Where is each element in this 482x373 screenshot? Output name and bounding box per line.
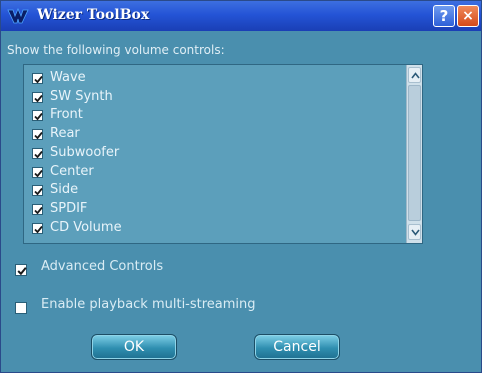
volume-control-label: Front <box>50 107 83 123</box>
volume-control-checkbox[interactable] <box>32 129 43 141</box>
volume-control-item[interactable]: Side <box>30 181 400 199</box>
close-button[interactable]: × <box>457 5 479 27</box>
volume-controls-dialog: Wizer ToolBox ? × Show the following vol… <box>0 0 482 373</box>
scroll-down-button[interactable] <box>408 224 421 240</box>
scroll-thumb[interactable] <box>408 85 421 221</box>
volume-control-label: Wave <box>50 70 86 85</box>
list-viewport: Wave SW Synth Front Rear Subwoofer Center Side… <box>24 65 408 243</box>
volume-control-item[interactable]: SPDIF <box>30 200 400 218</box>
advanced-controls-checkbox[interactable] <box>15 264 27 276</box>
multistreaming-label: Enable playback multi-streaming <box>41 297 256 312</box>
volume-control-item[interactable]: Subwoofer <box>30 144 400 162</box>
volume-controls-heading: Show the following volume controls: <box>7 43 225 57</box>
cancel-button[interactable]: Cancel <box>254 334 340 360</box>
volume-control-label: SW Synth <box>50 88 113 104</box>
volume-control-item[interactable]: Rear <box>30 125 400 143</box>
multistreaming-checkbox[interactable] <box>15 302 27 314</box>
volume-control-checkbox[interactable] <box>32 185 43 197</box>
multistreaming-option[interactable]: Enable playback multi-streaming <box>15 297 335 317</box>
volume-control-item[interactable]: Center <box>30 163 400 181</box>
volume-control-checkbox[interactable] <box>32 110 43 122</box>
volume-controls-list[interactable]: Wave SW Synth Front Rear Subwoofer Center Side… <box>23 64 423 244</box>
volume-control-checkbox[interactable] <box>32 147 43 159</box>
volume-control-item[interactable]: Wave <box>30 69 400 87</box>
volume-control-checkbox[interactable] <box>32 73 43 84</box>
volume-control-label: Side <box>50 182 79 198</box>
list-scrollbar[interactable] <box>406 65 422 243</box>
volume-control-checkbox[interactable] <box>32 91 43 103</box>
advanced-controls-label: Advanced Controls <box>41 259 164 274</box>
volume-control-checkbox[interactable] <box>32 203 43 215</box>
help-button[interactable]: ? <box>433 5 455 27</box>
volume-control-label: SPDIF <box>50 200 88 216</box>
scroll-up-button[interactable] <box>408 67 421 83</box>
volume-control-label: Center <box>50 163 94 179</box>
volume-control-label: Rear <box>50 126 80 142</box>
volume-control-label: CD Volume <box>50 219 122 235</box>
volume-control-item[interactable]: CD Volume <box>30 219 400 237</box>
advanced-controls-option[interactable]: Advanced Controls <box>15 259 335 279</box>
volume-control-checkbox[interactable] <box>32 166 43 178</box>
volume-control-item[interactable]: Front <box>30 106 400 124</box>
app-logo-icon <box>7 7 29 24</box>
title-bar[interactable]: Wizer ToolBox ? × <box>1 1 481 31</box>
ok-button[interactable]: OK <box>91 334 177 360</box>
volume-control-label: Subwoofer <box>50 144 120 160</box>
window-title: Wizer ToolBox <box>37 7 150 23</box>
volume-control-item[interactable]: SW Synth <box>30 88 400 106</box>
volume-control-checkbox[interactable] <box>32 222 43 234</box>
